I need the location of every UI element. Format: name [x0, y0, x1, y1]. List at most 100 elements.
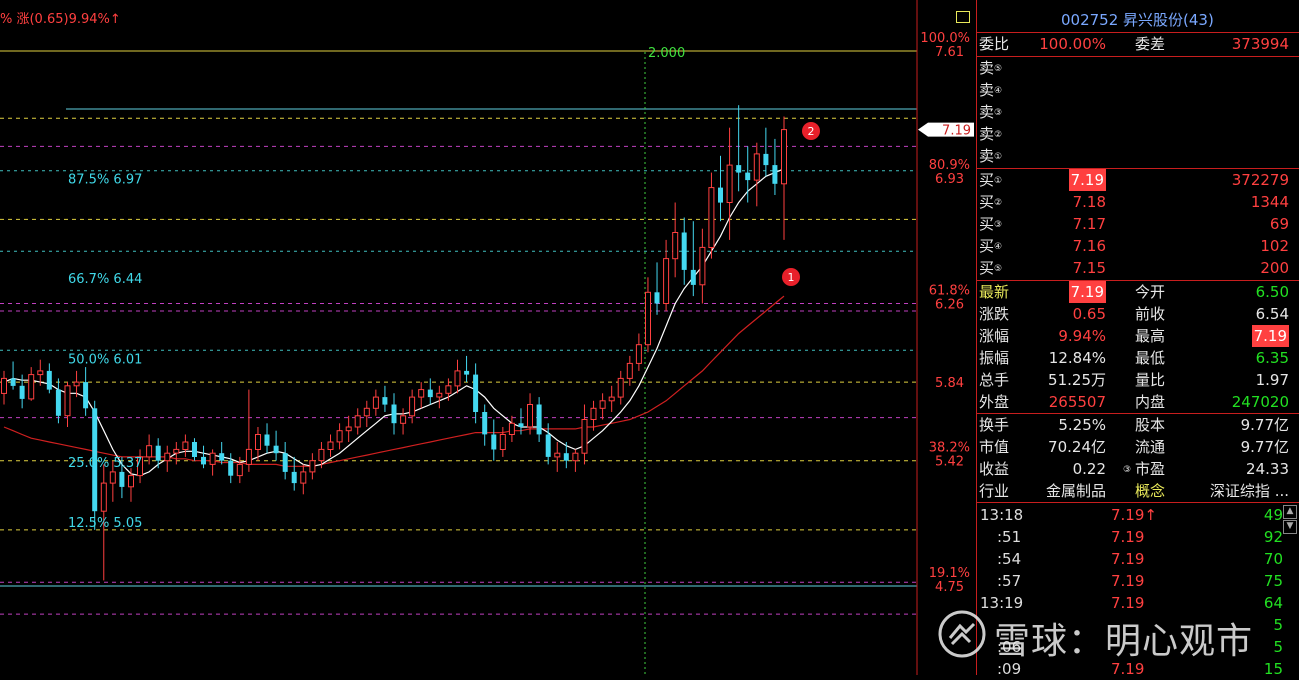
- quote-label: 涨跌: [979, 305, 1010, 323]
- bid-price: 7.16: [1072, 237, 1106, 255]
- quote-value: 6.35: [1255, 349, 1289, 367]
- candle-body: [264, 434, 270, 446]
- bid-label: 买: [979, 237, 995, 255]
- axis-pct-label: 38.2%: [929, 441, 970, 456]
- candle-body: [255, 434, 261, 450]
- candle-body: [345, 426, 352, 432]
- fib-gridlines: 2.000: [0, 0, 918, 675]
- tick-row[interactable]: :54 7.19 70: [977, 548, 1295, 570]
- candle-body: [64, 385, 71, 417]
- candle-body: [454, 370, 461, 387]
- candle-body: [763, 153, 769, 166]
- candle-body: [400, 415, 407, 424]
- axis-price-label: 5.42: [935, 455, 964, 470]
- candle-body: [518, 423, 524, 427]
- quote-panel: 002752 昇兴股份(43) 委比 100.00% 委差 373994 卖⑤卖…: [976, 0, 1299, 678]
- candle-body: [192, 442, 197, 457]
- tick-price: 7.19: [1111, 550, 1145, 568]
- candle-body: [708, 187, 715, 249]
- marker-label: 2: [808, 125, 815, 138]
- ask-label: 卖: [979, 103, 995, 121]
- bid-row: 买 ① 7.19 372279: [977, 169, 1295, 191]
- candle-body: [327, 441, 334, 450]
- candle-body: [436, 392, 443, 398]
- axis-pct-label: 100.0%: [920, 31, 970, 46]
- candle-body: [55, 389, 61, 416]
- bid-volume: 372279: [1231, 171, 1289, 189]
- bid-volume: 102: [1260, 237, 1289, 255]
- candle-body: [491, 434, 497, 450]
- candle-body: [645, 291, 651, 346]
- window-toggle-icon[interactable]: [956, 11, 970, 23]
- bid-price: 7.18: [1072, 193, 1106, 211]
- fund-label: 换手: [979, 416, 1010, 434]
- candle-body: [572, 452, 579, 462]
- candle-body: [228, 460, 234, 476]
- stock-title-row: 002752 昇兴股份(43): [977, 9, 1295, 31]
- quote-label: 最高: [1135, 327, 1166, 345]
- candle-body: [635, 344, 642, 364]
- axis-pct-label: 19.1%: [929, 566, 970, 581]
- scroll-down-icon[interactable]: ▼: [1283, 520, 1297, 534]
- candle-body: [464, 370, 470, 375]
- tick-row[interactable]: :51 7.19 92: [977, 526, 1295, 548]
- fund-index: ③: [1123, 465, 1132, 475]
- candle-body: [617, 377, 624, 398]
- ask-row: 卖⑤: [977, 57, 1295, 79]
- quote-label: 今开: [1135, 283, 1166, 301]
- candle-body: [354, 415, 361, 428]
- bid-row: 买 ③ 7.17 69: [977, 213, 1295, 235]
- candle-body: [718, 187, 723, 203]
- candle-body: [590, 407, 597, 420]
- candle-body: [28, 374, 35, 400]
- kline-chart[interactable]: 2.000 100.0% 7.61 80.9% 6.93 61.8% 6.26 5.84 38…: [0, 0, 976, 675]
- quote-row: 最新 7.19 今开 6.50: [977, 281, 1295, 303]
- stock-title[interactable]: 002752 昇兴股份(43): [1061, 9, 1214, 31]
- marker-label: 1: [788, 271, 795, 284]
- ask-row: 卖④: [977, 79, 1295, 101]
- candle-body: [599, 400, 606, 409]
- quote-row: 涨跌 0.65 前收 6.54: [977, 303, 1295, 325]
- candle-body: [336, 430, 343, 443]
- candle-body: [19, 385, 25, 399]
- fund-row: 市值 70.24亿 流通 9.77亿: [977, 436, 1295, 458]
- tick-row[interactable]: :57 7.19 75: [977, 570, 1295, 592]
- axis-price-label: 7.61: [935, 45, 964, 60]
- fund-label: 市值: [979, 438, 1010, 456]
- candle-body: [273, 445, 279, 454]
- candle-body: [372, 396, 379, 409]
- quote-label: 量比: [1135, 371, 1166, 389]
- tick-row[interactable]: 13:18 7.19↑ 49: [977, 504, 1295, 526]
- scroll-up-icon[interactable]: ▲: [1283, 505, 1297, 519]
- candle-body: [499, 434, 506, 450]
- candle-body: [300, 471, 307, 484]
- ma-long-line: [3, 295, 785, 467]
- fund-value: 24.33: [1246, 460, 1289, 478]
- bid-index: ③: [994, 220, 1003, 230]
- kline-chart-svg[interactable]: 2.000 100.0%7.61 80.9%6.93 61.8%6.26 5.84 38…: [0, 0, 976, 675]
- diff-label: 委差: [1135, 35, 1166, 53]
- rise-summary: % 涨(0.65)9.94%↑: [0, 12, 121, 27]
- watermark-text: 雪球：明心观市: [994, 621, 1254, 662]
- bid-row: 买 ⑤ 7.15 200: [977, 257, 1295, 279]
- tick-volume: 5: [1273, 616, 1283, 634]
- quote-value: 0.65: [1072, 305, 1106, 323]
- tick-volume: 75: [1263, 572, 1283, 590]
- axis-pct-label: 80.9%: [929, 158, 970, 173]
- candle-body: [201, 456, 206, 465]
- tick-time: :57: [997, 572, 1022, 590]
- price-axis: 100.0%7.61 80.9%6.93 61.8%6.26 5.84 38.2%5.4…: [782, 31, 974, 595]
- candle-body: [482, 412, 488, 435]
- ask-row: 卖①: [977, 145, 1295, 167]
- quote-value: 247020: [1231, 393, 1289, 411]
- tick-price: 7.19: [1111, 572, 1145, 590]
- quote-label: 涨幅: [979, 327, 1010, 345]
- candle-body: [46, 370, 52, 390]
- candle-body: [83, 382, 89, 409]
- candle-body: [236, 463, 243, 477]
- candle-body: [581, 419, 588, 454]
- fib-label: 50.0% 6.01: [68, 352, 142, 367]
- bid-index: ②: [994, 198, 1003, 208]
- fib-label: 87.5% 6.97: [68, 173, 142, 188]
- bid-index: ④: [994, 242, 1003, 252]
